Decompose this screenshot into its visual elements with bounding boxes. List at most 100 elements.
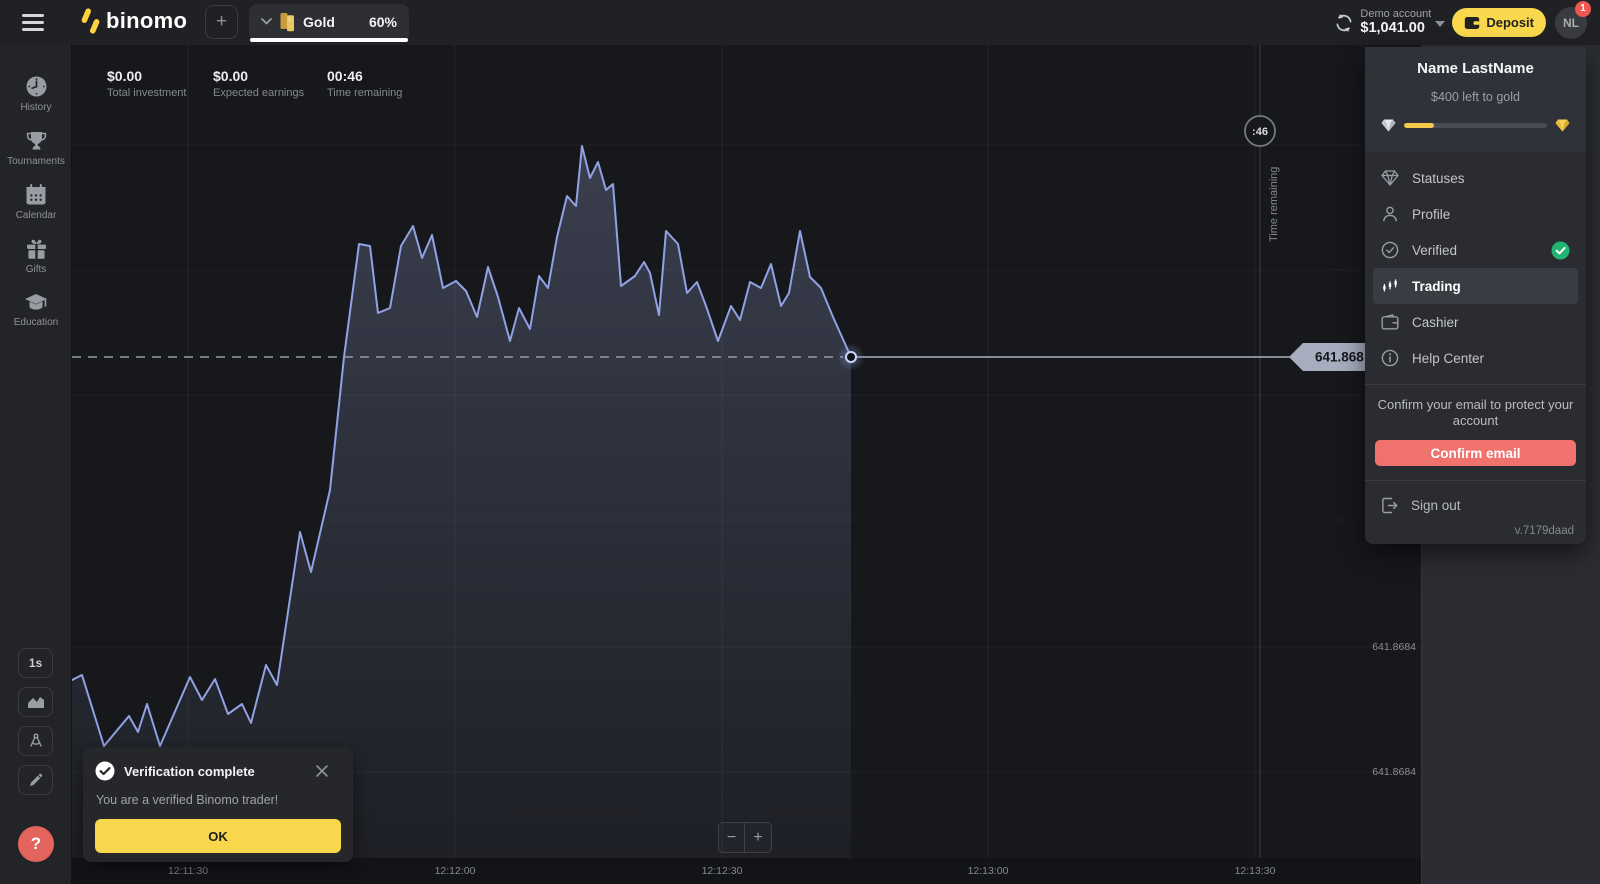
app: :46 641.868 $0.00 Total investment $0.00 … [0,0,1600,884]
calendar-icon [25,184,47,206]
help-button[interactable]: ? [18,826,54,862]
user-menu: Name LastName $400 left to gold [1365,47,1586,544]
sidebar-item-gifts[interactable]: Gifts [0,229,72,283]
stat-value: $0.00 [213,68,304,84]
sidebar-item-label: Calendar [16,210,57,221]
sidebar-item-history[interactable]: History [0,67,72,121]
progress-fill [1404,123,1434,128]
chart-type-button[interactable] [18,687,53,717]
status-progress [1381,119,1570,132]
svg-text::46: :46 [1252,126,1268,138]
candlestick-icon [1381,277,1399,295]
info-circle-icon [1381,349,1399,367]
sign-out-icon [1381,497,1398,514]
indicators-button[interactable] [18,726,53,756]
asset-tab-gold[interactable]: Gold 60% [249,4,409,42]
stat-total-investment: $0.00 Total investment [107,68,186,99]
sidebar-item-label: Education [14,317,58,328]
silver-gem-icon [1381,119,1396,132]
user-menu-header: Name LastName $400 left to gold [1365,47,1586,152]
sidebar-item-label: Tournaments [7,156,65,167]
menu-item-cashier[interactable]: Cashier [1365,304,1586,340]
time-tick-label: 12:12:00 [435,865,476,877]
sidebar-item-education[interactable]: Education [0,283,72,337]
menu-item-trading[interactable]: Trading [1373,268,1578,304]
active-tab-underline [250,38,408,42]
sidebar-item-tournaments[interactable]: Tournaments [0,121,72,175]
close-icon[interactable] [315,764,329,778]
account-type: Demo account [1360,8,1431,21]
logo-text: binomo [106,8,187,34]
time-tick-label: 12:13:30 [1235,865,1276,877]
pencil-icon [28,772,44,788]
hamburger-menu-icon[interactable] [22,14,44,31]
stat-label: Expected earnings [213,87,304,99]
user-name: Name LastName [1381,60,1570,77]
menu-item-label: Cashier [1412,315,1459,330]
account-switcher[interactable]: Demo account $1,041.00 [1360,8,1431,37]
deposit-button[interactable]: Deposit [1452,8,1546,37]
gem-icon [1381,170,1399,186]
zoom-out-button[interactable]: − [719,823,745,852]
refresh-icon[interactable] [1334,13,1354,33]
timeframe-button[interactable]: 1s [18,648,53,678]
wallet-outline-icon [1381,314,1399,330]
check-circle-outline-icon [1381,241,1399,259]
menu-item-label: Trading [1412,279,1461,294]
stat-value: $0.00 [107,68,186,84]
time-tick-label: 12:11:30 [168,865,208,877]
asset-payout: 60% [369,14,397,30]
gift-icon [25,238,48,260]
sidebar-item-label: Gifts [26,264,47,275]
topbar: binomo + Gold 60% Demo accou [0,0,1600,45]
time-tick-label: 12:13:00 [968,865,1009,877]
menu-item-verified[interactable]: Verified [1365,232,1586,268]
deposit-label: Deposit [1486,15,1534,30]
sidebar-item-label: History [20,102,51,113]
clock-icon [25,75,48,98]
compass-icon [27,732,45,750]
verification-toast: Verification complete You are a verified… [83,747,353,862]
app-version: v.7179daad [1365,525,1586,537]
gold-gem-icon [1555,119,1570,132]
gold-progress-caption: $400 left to gold [1381,90,1570,104]
graduation-cap-icon [24,292,48,313]
person-icon [1381,205,1399,223]
notification-badge: 1 [1575,1,1591,17]
lightning-icon [79,7,102,35]
time-tick-label: 12:12:30 [702,865,743,877]
asset-name: Gold [303,14,335,30]
toast-ok-button[interactable]: OK [95,819,341,853]
stat-label: Total investment [107,87,186,99]
menu-item-label: Statuses [1412,171,1465,186]
sign-out-button[interactable]: Sign out [1365,485,1586,525]
drawing-button[interactable] [18,765,53,795]
avatar[interactable]: NL 1 [1555,7,1587,39]
menu-item-statuses[interactable]: Statuses [1365,160,1586,196]
svg-text:641.868: 641.868 [1315,350,1364,365]
confirm-email-button[interactable]: Confirm email [1375,440,1576,466]
menu-item-profile[interactable]: Profile [1365,196,1586,232]
stat-time-remaining: 00:46 Time remaining [327,68,402,99]
chevron-down-icon [261,18,272,25]
progress-track [1404,123,1547,128]
verified-check-icon [1551,241,1570,260]
binomo-logo: binomo [79,7,187,35]
menu-item-label: Profile [1412,207,1450,222]
menu-item-label: Help Center [1412,351,1484,366]
stat-expected-earnings: $0.00 Expected earnings [213,68,304,99]
caret-down-icon[interactable] [1435,21,1445,27]
sign-out-label: Sign out [1411,498,1461,513]
chart-area[interactable]: :46 641.868 $0.00 Total investment $0.00 … [72,45,1421,884]
toast-body: You are a verified Binomo trader! [96,793,341,807]
price-tick-label: 641.8684 [1372,766,1416,778]
confirm-email-section: Confirm your email to protect your accou… [1365,385,1586,480]
menu-item-help-center[interactable]: Help Center [1365,340,1586,376]
price-chart-svg[interactable]: :46 641.868 [72,45,1421,858]
area-chart-icon [27,695,45,709]
zoom-in-button[interactable]: + [745,823,771,852]
add-asset-button[interactable]: + [205,5,238,39]
stat-label: Time remaining [327,87,402,99]
sidebar-item-calendar[interactable]: Calendar [0,175,72,229]
toast-title: Verification complete [124,764,255,779]
